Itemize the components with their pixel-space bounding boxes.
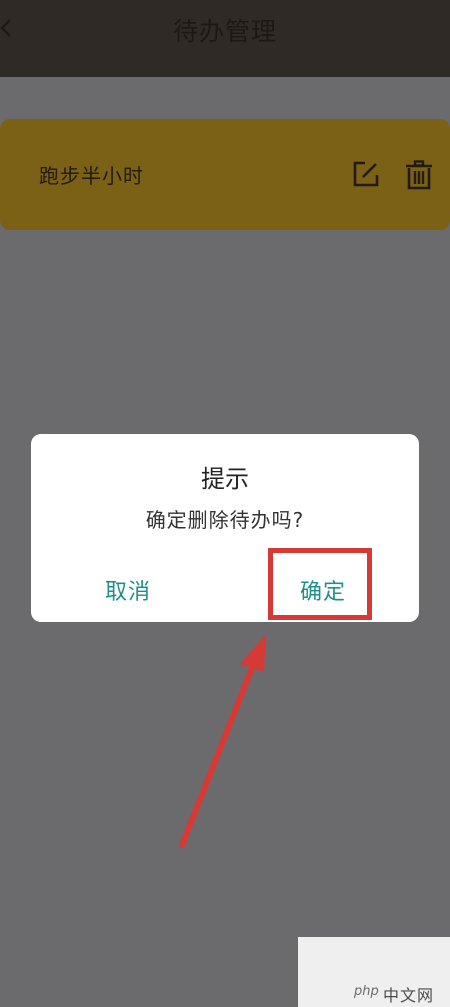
watermark-site: 中文网: [383, 986, 435, 1005]
annotation-arrow: [179, 634, 266, 848]
watermark-logo: php: [354, 984, 379, 999]
